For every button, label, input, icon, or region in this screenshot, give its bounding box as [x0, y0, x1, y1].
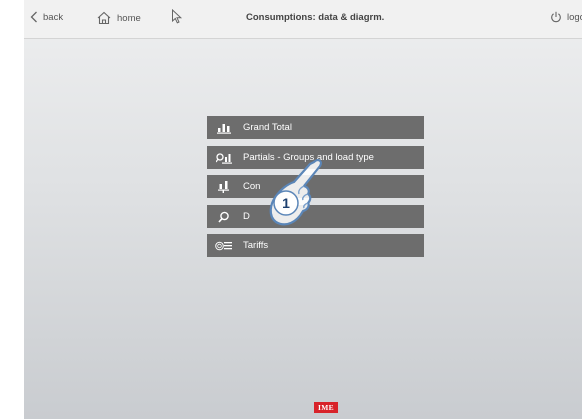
- menu-item-label: Tariffs: [243, 240, 269, 251]
- search-icon: [211, 211, 237, 223]
- home-button[interactable]: home: [96, 11, 141, 25]
- back-button[interactable]: back: [30, 11, 63, 23]
- menu-item-label: D: [243, 211, 250, 222]
- power-icon: [550, 11, 562, 23]
- tariffs-icon: [211, 240, 237, 252]
- brand-logo: IME: [314, 402, 338, 413]
- logout-button[interactable]: logo: [550, 11, 582, 23]
- tap-gesture-hint: 1: [252, 150, 342, 240]
- pointer-button[interactable]: [171, 9, 183, 24]
- grand-total-icon: [211, 122, 237, 134]
- home-label: home: [117, 12, 141, 24]
- back-label: back: [43, 11, 64, 23]
- app-screen: back home Consumptions: data & diagrm. l…: [24, 0, 582, 419]
- pointing-hand-icon: 1: [269, 159, 322, 226]
- chevron-left-icon: [30, 11, 38, 23]
- menu-item-label: Grand Total: [243, 122, 292, 133]
- partials-icon: [211, 152, 237, 164]
- top-bar: back home Consumptions: data & diagrm. l…: [24, 0, 582, 39]
- logout-label: logo: [567, 11, 582, 23]
- consumptions-icon: [211, 180, 237, 193]
- menu-item-grand-total[interactable]: Grand Total: [207, 116, 424, 139]
- step-number: 1: [282, 195, 290, 211]
- cursor-icon: [171, 9, 183, 24]
- home-icon: [96, 11, 112, 25]
- page-title: Consumptions: data & diagrm.: [246, 12, 385, 23]
